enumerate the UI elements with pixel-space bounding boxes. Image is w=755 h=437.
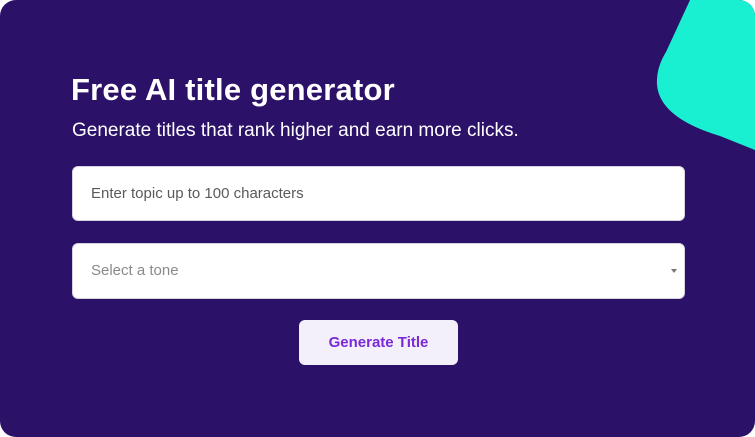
page-subtitle: Generate titles that rank higher and ear… (72, 120, 519, 141)
tone-select-placeholder: Select a tone (91, 262, 179, 279)
topic-input[interactable] (72, 166, 685, 221)
tone-select[interactable]: Select a tone (72, 243, 685, 299)
chevron-down-icon (671, 269, 677, 273)
generate-title-button[interactable]: Generate Title (299, 320, 458, 365)
page-title: Free AI title generator (71, 72, 395, 107)
title-generator-card: Free AI title generator Generate titles … (0, 0, 755, 437)
